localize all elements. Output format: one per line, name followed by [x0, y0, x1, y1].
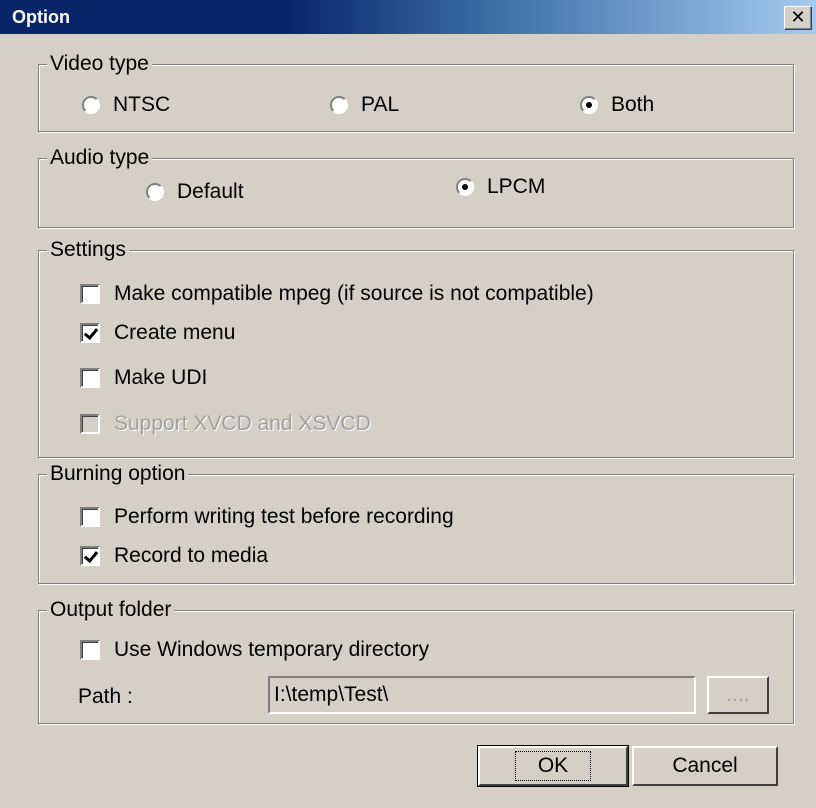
radio-default-indicator — [146, 183, 164, 201]
checkbox-make-udi-box — [80, 368, 100, 388]
checkbox-create-menu-label: Create menu — [114, 321, 236, 344]
checkbox-make-udi[interactable]: Make UDI — [80, 366, 207, 390]
checkbox-writing-test-label: Perform writing test before recording — [114, 505, 454, 528]
radio-pal[interactable]: PAL — [330, 93, 399, 117]
cancel-button[interactable]: Cancel — [632, 746, 778, 786]
output-folder-legend: Output folder — [47, 598, 175, 622]
radio-both-label: Both — [611, 93, 655, 116]
radio-ntsc-indicator — [82, 96, 100, 114]
audio-type-legend: Audio type — [47, 146, 153, 170]
video-type-group: Video type — [38, 52, 794, 132]
checkbox-make-compatible-mpeg-box — [80, 284, 100, 304]
radio-lpcm-indicator — [456, 178, 474, 196]
checkbox-use-temp-dir[interactable]: Use Windows temporary directory — [80, 638, 429, 662]
checkbox-use-temp-dir-box — [80, 640, 100, 660]
checkbox-record-to-media[interactable]: Record to media — [80, 544, 268, 568]
browse-button[interactable]: .... — [707, 676, 769, 714]
checkbox-record-to-media-label: Record to media — [114, 544, 269, 567]
cancel-button-label: Cancel — [672, 754, 738, 777]
checkbox-make-udi-label: Make UDI — [114, 366, 208, 389]
checkbox-make-compatible-mpeg[interactable]: Make compatible mpeg (if source is not c… — [80, 282, 594, 306]
radio-lpcm-label: LPCM — [487, 175, 546, 198]
close-button[interactable]: ✕ — [784, 6, 812, 30]
browse-button-label: .... — [726, 683, 750, 706]
checkbox-support-xvcd: Support XVCD and XSVCD — [80, 412, 371, 436]
checkbox-support-xvcd-label: Support XVCD and XSVCD — [114, 412, 371, 435]
radio-pal-label: PAL — [361, 93, 400, 116]
path-label-text: Path : — [78, 685, 133, 708]
checkbox-create-menu-box — [80, 323, 100, 343]
ok-button[interactable]: OK — [477, 745, 629, 787]
radio-ntsc[interactable]: NTSC — [82, 93, 170, 117]
burning-option-legend: Burning option — [47, 462, 189, 486]
settings-legend: Settings — [47, 238, 129, 262]
video-type-legend: Video type — [47, 52, 152, 76]
title-bar: Option ✕ — [0, 0, 816, 34]
radio-both[interactable]: Both — [580, 93, 654, 117]
ok-button-label: OK — [514, 751, 592, 781]
checkbox-support-xvcd-box — [80, 414, 100, 434]
path-input[interactable] — [268, 676, 696, 714]
radio-both-indicator — [580, 96, 598, 114]
close-icon: ✕ — [790, 7, 806, 27]
radio-default-label: Default — [177, 180, 244, 203]
radio-lpcm[interactable]: LPCM — [456, 175, 545, 199]
checkbox-create-menu[interactable]: Create menu — [80, 321, 235, 345]
checkbox-writing-test-box — [80, 507, 100, 527]
checkbox-writing-test[interactable]: Perform writing test before recording — [80, 505, 454, 529]
path-label: Path : — [78, 685, 133, 709]
radio-default[interactable]: Default — [146, 180, 244, 204]
checkbox-record-to-media-box — [80, 546, 100, 566]
window-title: Option — [12, 7, 70, 27]
checkbox-make-compatible-mpeg-label: Make compatible mpeg (if source is not c… — [114, 282, 594, 305]
checkbox-use-temp-dir-label: Use Windows temporary directory — [114, 638, 430, 661]
radio-ntsc-label: NTSC — [113, 93, 171, 116]
radio-pal-indicator — [330, 96, 348, 114]
